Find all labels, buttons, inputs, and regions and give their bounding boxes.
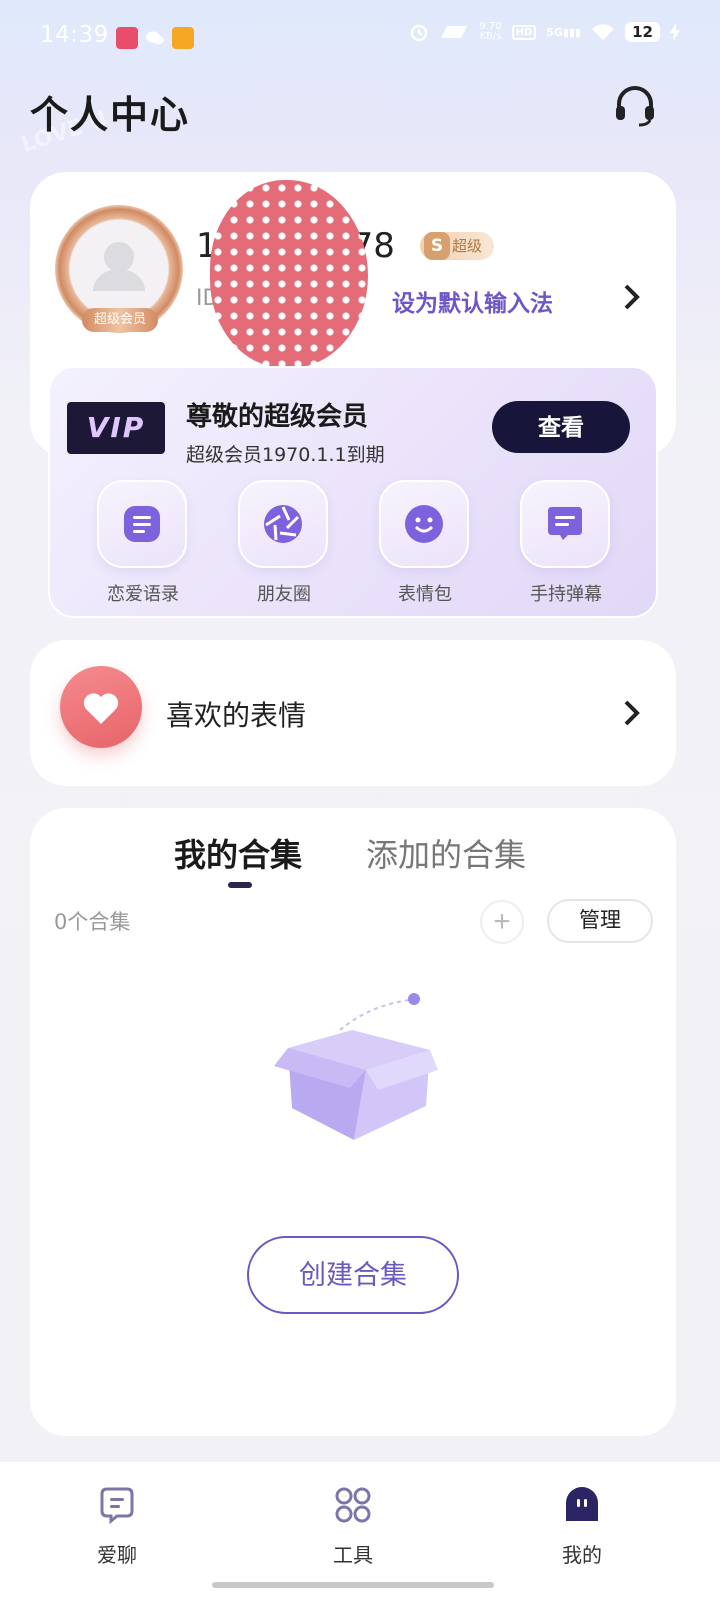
create-collection-button[interactable]: 创建合集 (247, 1236, 459, 1314)
chat-icon (100, 1487, 134, 1525)
favorite-stickers-label: 喜欢的表情 (166, 699, 307, 732)
smiley-icon (405, 505, 443, 543)
hd-badge: HD (511, 24, 537, 40)
customer-service-button[interactable] (612, 82, 658, 128)
home-indicator[interactable] (212, 1582, 494, 1588)
feature-handheld-banner[interactable]: 手持弹幕 (520, 480, 612, 606)
tab-added-collections[interactable]: 添加的合集 (366, 830, 526, 876)
nav-item-tools[interactable]: 工具 (308, 1485, 398, 1568)
page-title: 个人中心 (30, 93, 191, 137)
vip-logo: VIP (67, 402, 165, 454)
feature-label: 恋爱语录 (107, 584, 179, 605)
nav-item-mine[interactable]: 我的 (537, 1485, 627, 1568)
tab-my-collections[interactable]: 我的合集 (174, 830, 302, 876)
headset-icon (616, 86, 654, 127)
vip-view-button[interactable]: 查看 (492, 401, 630, 453)
privacy-censor-sticker (210, 180, 368, 368)
profile-chevron-right-icon[interactable] (622, 282, 642, 320)
member-level-letter: S (424, 232, 450, 260)
collection-count: 0个合集 (54, 910, 131, 934)
active-tab-indicator (228, 882, 252, 888)
feature-tile (379, 480, 469, 568)
grid-icon (335, 1487, 371, 1523)
alarm-icon (411, 24, 428, 42)
avatar-member-badge: 超级会员 (82, 308, 158, 332)
status-indicators: 9.70 KB/s HD 5G▮▮▮ 12 (409, 22, 680, 42)
status-time: 14:39 (40, 22, 109, 48)
heart-icon (60, 666, 142, 748)
empty-box-illustration (270, 990, 440, 1140)
signal-label: 5G (546, 25, 563, 39)
network-speed-unit: KB/s (479, 31, 502, 42)
favorites-chevron-right-icon[interactable] (622, 698, 642, 736)
profile-face-icon (566, 1487, 598, 1521)
nav-label: 我的 (562, 1543, 602, 1567)
nav-label: 爱聊 (97, 1543, 137, 1567)
charging-icon (670, 23, 680, 41)
feature-tile (97, 480, 187, 568)
aperture-icon (264, 505, 302, 543)
app-notification-icon (116, 27, 138, 49)
wifi-icon (592, 24, 615, 40)
feature-stickers[interactable]: 表情包 (379, 480, 471, 606)
feature-moments[interactable]: 朋友圈 (238, 480, 330, 606)
signal-icon: 5G▮▮▮ (546, 25, 582, 39)
vip-title: 尊敬的超级会员 (186, 402, 369, 432)
nav-item-chat[interactable]: 爱聊 (72, 1485, 162, 1568)
feature-tile (238, 480, 328, 568)
feature-label: 朋友圈 (257, 584, 311, 605)
taobao-notification-icon (172, 27, 194, 49)
vip-expiry: 超级会员1970.1.1到期 (186, 444, 385, 466)
feature-tile (520, 480, 610, 568)
manage-button[interactable]: 管理 (547, 899, 653, 943)
battery-level: 12 (625, 22, 660, 42)
document-icon (124, 506, 160, 542)
feature-love-quotes[interactable]: 恋爱语录 (97, 480, 189, 606)
nav-label: 工具 (333, 1543, 373, 1567)
nfc-icon (441, 26, 468, 38)
message-icon (548, 507, 582, 540)
feature-label: 手持弹幕 (530, 584, 602, 605)
add-collection-button[interactable]: + (480, 900, 524, 944)
wechat-notification-icon (144, 27, 166, 49)
feature-label: 表情包 (398, 584, 452, 605)
set-default-input-link[interactable]: 设为默认输入法 (392, 284, 553, 318)
network-speed: 9.70 KB/s (479, 22, 501, 42)
